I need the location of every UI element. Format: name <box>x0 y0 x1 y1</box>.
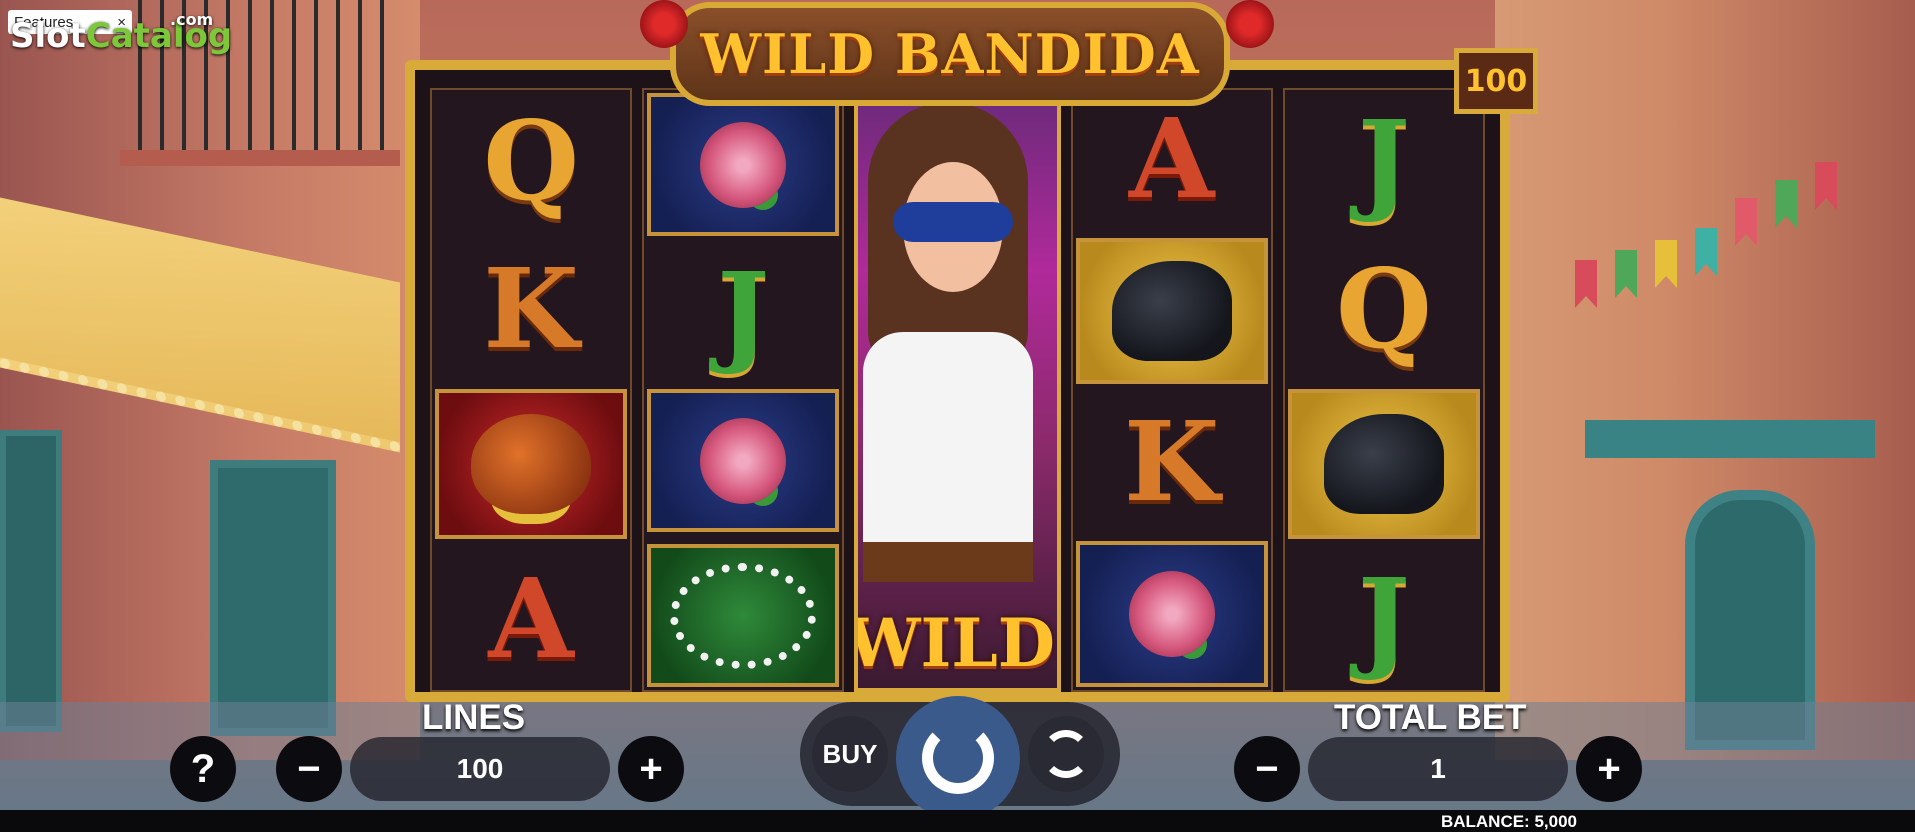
logo-suffix: .com <box>170 10 214 29</box>
bet-increase-button[interactable]: + <box>1576 736 1642 802</box>
plus-icon: + <box>639 746 663 791</box>
reel-4: A K <box>1070 88 1273 692</box>
lines-increase-button[interactable]: + <box>618 736 684 802</box>
spin-button[interactable] <box>896 696 1020 820</box>
bandida-shirt <box>863 332 1034 562</box>
symbol-letter: J <box>717 247 770 377</box>
symbol-letter: K <box>1123 397 1220 527</box>
game-title-plate: WILD BANDIDA <box>670 2 1230 106</box>
symbol-letter: A <box>1129 94 1215 224</box>
symbol-horse <box>1287 389 1481 539</box>
logo-text: Slot <box>10 16 86 56</box>
symbol-pearls <box>647 544 840 687</box>
symbol-rose <box>647 93 840 236</box>
background-bunting <box>1555 150 1915 308</box>
reel-5: J Q J <box>1282 88 1486 692</box>
balance-text: BALANCE: 5,000 <box>1440 812 1577 831</box>
symbol-letter: K <box>483 244 579 373</box>
status-bar <box>0 810 1915 832</box>
buy-label: BUY <box>822 738 878 769</box>
bet-decrease-button[interactable]: − <box>1234 736 1300 802</box>
rose-icon <box>700 121 787 208</box>
minus-icon: − <box>1255 746 1279 791</box>
plus-icon: + <box>1597 746 1621 791</box>
horse-icon <box>1323 414 1444 514</box>
autoplay-button[interactable] <box>1028 716 1104 792</box>
rose-icon <box>700 417 787 504</box>
horse-icon <box>1111 260 1232 361</box>
wild-bandida-reel: WILD <box>854 88 1061 692</box>
symbol-rose <box>647 389 840 532</box>
background-door <box>210 460 336 736</box>
rose-decoration-icon <box>1226 0 1274 48</box>
symbol-j: J <box>644 245 842 380</box>
wild-label: WILD <box>854 604 1056 682</box>
background-door <box>0 430 62 732</box>
symbol-letter: Q <box>1336 244 1432 373</box>
slotcatalog-logo: SlotCatalog .com <box>10 10 232 56</box>
bandida-mask <box>893 202 1014 242</box>
lines-badge: 100 <box>1454 48 1538 114</box>
symbol-a: A <box>1073 90 1271 229</box>
reel-grid: Q K A J WILD A K J Q J <box>430 88 1486 692</box>
symbol-k: K <box>1073 393 1271 532</box>
spin-icon <box>922 722 994 794</box>
total-bet-value-display: 1 <box>1308 737 1568 801</box>
symbol-letter: A <box>488 554 574 683</box>
reel-1: Q K A <box>430 88 633 692</box>
help-button[interactable]: ? <box>170 736 236 802</box>
bandida-belt <box>863 542 1034 582</box>
help-icon: ? <box>190 746 216 791</box>
symbol-rose <box>1075 540 1268 687</box>
lines-label: LINES <box>422 698 526 737</box>
symbol-letter: Q <box>483 96 580 225</box>
symbol-horse <box>1075 237 1268 384</box>
symbol-j: J <box>1285 548 1483 690</box>
lines-value: 100 <box>456 753 504 784</box>
background-ledge <box>1585 420 1875 458</box>
symbol-letter: J <box>1357 96 1410 225</box>
lines-decrease-button[interactable]: − <box>276 736 342 802</box>
total-bet-label: TOTAL BET <box>1334 698 1527 737</box>
money-bag-icon <box>471 414 592 514</box>
symbol-a: A <box>432 548 630 690</box>
symbol-q: Q <box>1285 238 1483 380</box>
symbol-q: Q <box>432 90 630 232</box>
game-title: WILD BANDIDA <box>700 22 1200 86</box>
pearl-necklace-icon <box>670 562 817 669</box>
symbol-letter: J <box>1357 554 1410 683</box>
minus-icon: − <box>297 746 321 791</box>
rose-decoration-icon <box>640 0 688 48</box>
buy-feature-button[interactable]: BUY <box>812 716 888 792</box>
symbol-money-bag <box>435 389 628 539</box>
rose-icon <box>1128 570 1215 657</box>
lines-value-display: 100 <box>350 737 610 801</box>
reel-2: J <box>642 88 845 692</box>
autoplay-icon <box>1042 730 1090 778</box>
total-bet-value: 1 <box>1430 753 1446 784</box>
symbol-k: K <box>432 238 630 380</box>
